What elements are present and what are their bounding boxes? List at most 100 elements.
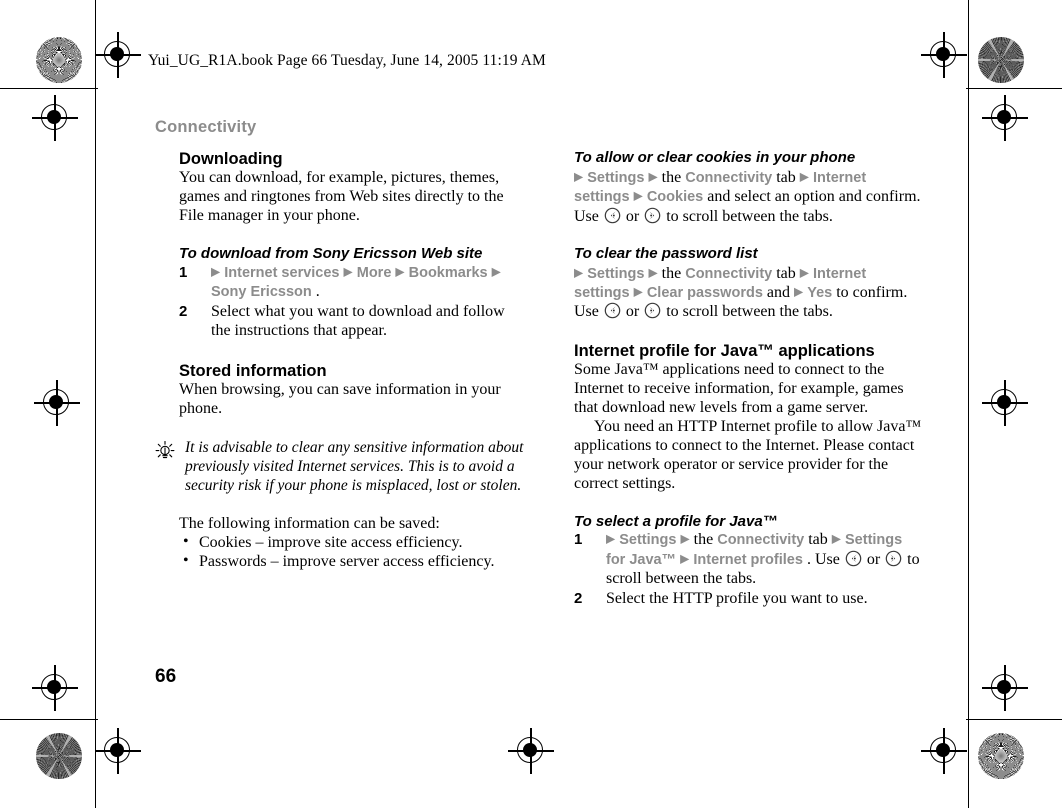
section-heading-java-profile: Internet profile for Java™ applications [574, 341, 875, 360]
registration-mark-bottom-right-inner [921, 728, 967, 774]
menu-arrow-icon: ▶ [633, 284, 643, 299]
menu-path-item[interactable]: Internet profiles [693, 552, 803, 568]
left-text-column: Downloading You can download, for exampl… [155, 150, 524, 572]
trim-line-right [968, 0, 969, 808]
menu-arrow-icon: ▶ [606, 531, 616, 546]
list-item: • Passwords – improve server access effic… [179, 552, 524, 572]
list-item: 1 ▶ Internet services ▶ More ▶ Bookmarks … [179, 264, 524, 302]
menu-path-item[interactable]: Bookmarks [409, 265, 488, 281]
menu-arrow-icon: ▶ [491, 264, 501, 279]
registration-mark-top-right-inner [921, 32, 967, 78]
menu-path-item[interactable]: Connectivity [717, 532, 804, 548]
section-heading-stored-information: Stored information [179, 361, 327, 380]
menu-path-item[interactable]: Connectivity [685, 266, 772, 282]
list-item: • Cookies – improve site access efficienc… [179, 533, 524, 553]
menu-arrow-icon: ▶ [680, 551, 690, 566]
trim-line-top-right [966, 88, 1062, 89]
print-target-starburst-bottom-right [978, 733, 1024, 779]
menu-arrow-icon: ▶ [799, 265, 810, 280]
trim-line-bottom-right [966, 719, 1062, 720]
instruction-password-list: ▶ Settings ▶ the Connectivity tab ▶ Inte… [574, 264, 924, 322]
java-profile-body-1: Some Java™ applications need to connect … [574, 361, 904, 416]
registration-mark-bottom-center [508, 728, 554, 774]
registration-mark-bottom-left-outer [32, 665, 78, 711]
step-number: 2 [574, 590, 583, 608]
menu-path-item[interactable]: Settings [587, 266, 644, 282]
saved-info-bullets: • Cookies – improve site access efficienc… [179, 533, 524, 572]
instruction-text: to scroll between the tabs. [666, 303, 833, 321]
registration-mark-mid-right [982, 380, 1028, 426]
instruction-text: the [693, 531, 714, 549]
bullet-text: Cookies – improve site access efficiency… [199, 534, 463, 552]
menu-path-item[interactable]: Yes [807, 285, 832, 301]
menu-path-item[interactable]: More [357, 265, 392, 281]
menu-path-item[interactable]: Settings [587, 170, 644, 186]
task-heading-select-java-profile: To select a profile for Java™ [574, 512, 778, 530]
bullet-icon: • [183, 552, 189, 569]
trim-line-left [95, 0, 96, 808]
java-profile-body-2: You need an HTTP Internet profile to all… [574, 417, 922, 492]
task-heading-password-list: To clear the password list [574, 244, 758, 262]
instruction-text: to scroll between the tabs. [666, 207, 833, 225]
nav-key-right-icon [885, 550, 902, 567]
instruction-text: . [315, 283, 320, 301]
saved-info-intro: The following information can be saved: [179, 515, 440, 533]
menu-arrow-icon: ▶ [343, 264, 353, 279]
menu-arrow-icon: ▶ [680, 531, 690, 546]
bullet-icon: • [183, 533, 189, 551]
chapter-title: Connectivity [155, 118, 257, 136]
registration-mark-top-right-outer [982, 95, 1028, 141]
list-item: 2 Select what you want to download and fo… [179, 303, 524, 341]
section-heading-downloading: Downloading [179, 150, 283, 168]
instruction-text: tab [776, 264, 796, 282]
bullet-text: Passwords – improve server access effici… [199, 553, 495, 570]
instruction-text: and [766, 283, 790, 301]
nav-key-left-icon [845, 550, 862, 567]
menu-arrow-icon: ▶ [799, 169, 810, 184]
step-number: 1 [179, 264, 188, 282]
trim-line-bottom-left [0, 719, 98, 720]
step-number: 2 [179, 303, 188, 321]
lightbulb-icon [155, 441, 175, 461]
registration-mark-bottom-left-inner [95, 728, 141, 774]
registration-mark-top-left-outer [32, 95, 78, 141]
nav-key-right-icon [644, 302, 661, 319]
menu-path-item[interactable]: Connectivity [685, 170, 772, 186]
instruction-text: or [625, 303, 640, 321]
instruction-text: tab [776, 168, 796, 186]
trim-line-top-left [0, 88, 98, 89]
instruction-text: Select the HTTP profile you want to use. [606, 590, 868, 608]
menu-arrow-icon: ▶ [395, 264, 405, 279]
menu-arrow-icon: ▶ [574, 265, 584, 280]
list-item: 1 ▶ Settings ▶ the Connectivity tab ▶ Set… [574, 531, 924, 589]
menu-arrow-icon: ▶ [574, 169, 584, 184]
print-target-starburst-top-left [36, 37, 82, 83]
step-number: 1 [574, 531, 583, 549]
downloading-body: You can download, for example, pictures,… [179, 169, 504, 225]
menu-arrow-icon: ▶ [211, 264, 221, 279]
instruction-text: Select what you want to download and fol… [211, 303, 505, 339]
print-target-pinwheel-bottom-left [36, 733, 82, 779]
tip-note: It is advisable to clear any sensitive i… [155, 439, 524, 495]
list-item: 2 Select the HTTP profile you want to use… [574, 590, 924, 609]
instruction-text: the [661, 168, 682, 186]
instruction-text: . Use [806, 551, 840, 569]
menu-path-item[interactable]: Settings [619, 532, 676, 548]
menu-path-item[interactable]: Internet services [224, 265, 339, 281]
menu-path-item[interactable]: Cookies [647, 189, 703, 205]
instruction-text: the [661, 264, 682, 282]
menu-path-item[interactable]: Clear passwords [647, 285, 763, 301]
instruction-text: or [866, 551, 881, 569]
nav-key-left-icon [604, 207, 621, 224]
nav-key-left-icon [604, 302, 621, 319]
page-number: 66 [155, 666, 177, 687]
task-heading-cookies: To allow or clear cookies in your phone [574, 149, 856, 166]
menu-path-item[interactable]: Sony Ericsson [211, 284, 312, 300]
